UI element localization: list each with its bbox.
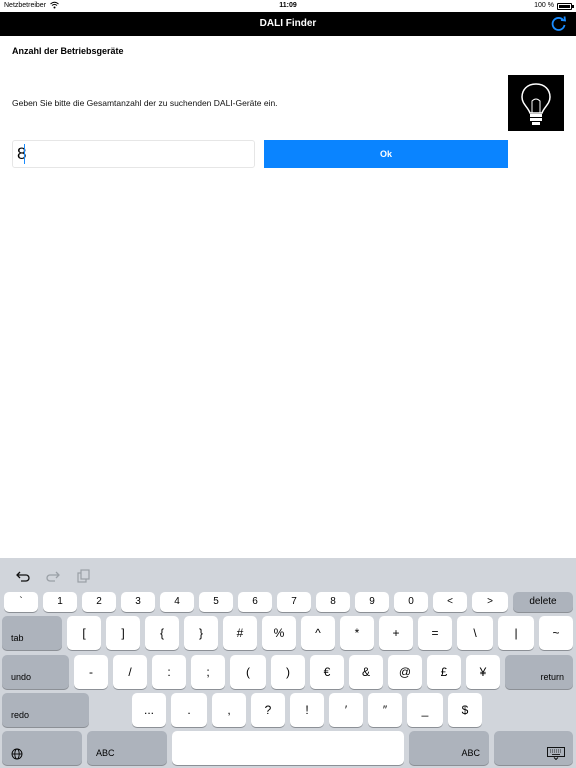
undo-key[interactable]: undo: [2, 655, 69, 689]
key-plus[interactable]: +: [379, 616, 413, 650]
space-bar[interactable]: [172, 731, 404, 765]
ok-button[interactable]: Ok: [264, 140, 508, 168]
globe-icon[interactable]: [2, 731, 82, 765]
key-percent[interactable]: %: [262, 616, 296, 650]
undo-icon[interactable]: [14, 568, 32, 584]
key-less-than[interactable]: <: [433, 592, 467, 612]
key-euro[interactable]: €: [310, 655, 344, 689]
key-minus[interactable]: -: [74, 655, 108, 689]
key-colon[interactable]: :: [152, 655, 186, 689]
keyboard-dismiss-icon[interactable]: [494, 731, 573, 765]
key-8[interactable]: 8: [316, 592, 350, 612]
key-double-prime[interactable]: ″: [368, 693, 402, 727]
key-question[interactable]: ?: [251, 693, 285, 727]
status-bar: Netzbetreiber 11:09 100 %: [0, 0, 576, 12]
key-ampersand[interactable]: &: [349, 655, 383, 689]
key-9[interactable]: 9: [355, 592, 389, 612]
light-bulb-icon: [508, 75, 564, 131]
key-equals[interactable]: =: [418, 616, 452, 650]
battery-percent: 100 %: [534, 2, 554, 9]
key-hash[interactable]: #: [223, 616, 257, 650]
key-prime[interactable]: ′: [329, 693, 363, 727]
key-open-paren[interactable]: (: [230, 655, 266, 689]
key-yen[interactable]: ¥: [466, 655, 500, 689]
key-open-bracket[interactable]: [: [67, 616, 101, 650]
key-tilde[interactable]: ~: [539, 616, 573, 650]
key-0[interactable]: 0: [394, 592, 428, 612]
on-screen-keyboard: ` 1 2 3 4 5 6 7 8 9 0 < > delete tab [ ]…: [0, 558, 576, 768]
key-semicolon[interactable]: ;: [191, 655, 225, 689]
abc-key-left[interactable]: ABC: [87, 731, 167, 765]
key-caret[interactable]: ^: [301, 616, 335, 650]
section-title: Anzahl der Betriebsgeräte: [12, 46, 124, 56]
navigation-bar: DALI Finder: [0, 12, 576, 36]
key-close-paren[interactable]: ): [271, 655, 305, 689]
key-2[interactable]: 2: [82, 592, 116, 612]
redo-key[interactable]: redo: [2, 693, 89, 727]
key-at[interactable]: @: [388, 655, 422, 689]
key-7[interactable]: 7: [277, 592, 311, 612]
paste-icon[interactable]: [74, 568, 92, 584]
key-pipe[interactable]: |: [498, 616, 534, 650]
key-period[interactable]: .: [171, 693, 207, 727]
key-backslash[interactable]: \: [457, 616, 493, 650]
device-count-input[interactable]: [12, 140, 255, 168]
instruction-text: Geben Sie bitte die Gesamtanzahl der zu …: [12, 98, 278, 108]
delete-key[interactable]: delete: [513, 592, 573, 612]
redo-icon[interactable]: [44, 568, 62, 584]
key-3[interactable]: 3: [121, 592, 155, 612]
key-greater-than[interactable]: >: [472, 592, 508, 612]
abc-key-right[interactable]: ABC: [409, 731, 489, 765]
refresh-icon[interactable]: [550, 15, 568, 33]
key-6[interactable]: 6: [238, 592, 272, 612]
key-dollar[interactable]: $: [448, 693, 482, 727]
key-close-brace[interactable]: }: [184, 616, 218, 650]
key-open-brace[interactable]: {: [145, 616, 179, 650]
key-slash[interactable]: /: [113, 655, 147, 689]
status-time: 11:09: [279, 2, 297, 9]
key-1[interactable]: 1: [43, 592, 77, 612]
key-underscore[interactable]: _: [407, 693, 443, 727]
key-comma[interactable]: ,: [212, 693, 246, 727]
text-caret: [24, 144, 25, 164]
key-exclamation[interactable]: !: [290, 693, 324, 727]
key-backtick[interactable]: `: [4, 592, 38, 612]
key-5[interactable]: 5: [199, 592, 233, 612]
battery-icon: [557, 3, 574, 10]
key-pound[interactable]: £: [427, 655, 461, 689]
nav-title: DALI Finder: [259, 18, 317, 29]
key-4[interactable]: 4: [160, 592, 194, 612]
key-asterisk[interactable]: *: [340, 616, 374, 650]
tab-key[interactable]: tab: [2, 616, 62, 650]
return-key[interactable]: return: [505, 655, 573, 689]
key-ellipsis[interactable]: ...: [132, 693, 166, 727]
key-close-bracket[interactable]: ]: [106, 616, 140, 650]
